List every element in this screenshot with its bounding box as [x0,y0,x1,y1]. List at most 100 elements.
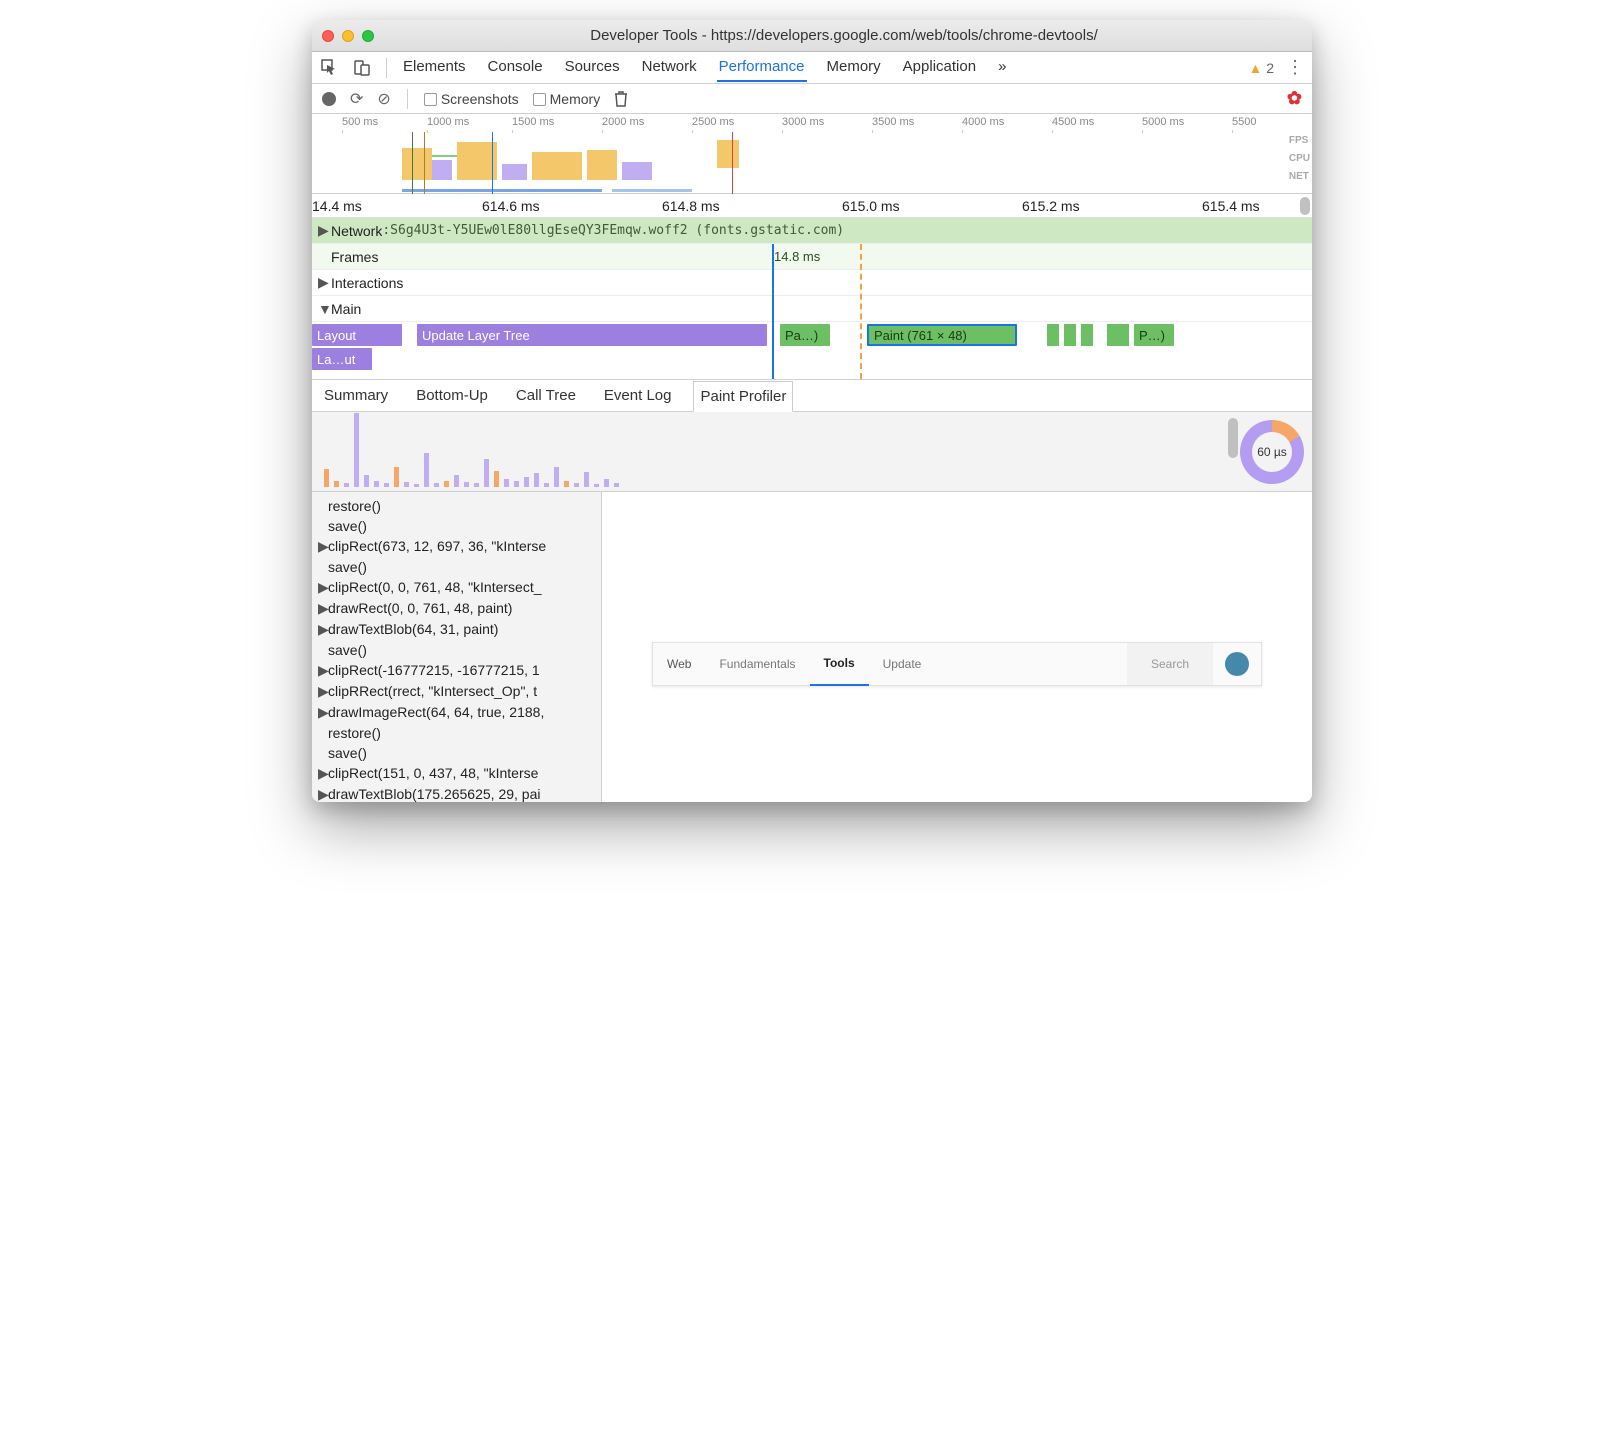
paint-command-row[interactable]: ▶drawImageRect(64, 64, true, 2188, [312,702,601,723]
paint-command-row[interactable]: restore() [312,723,601,743]
paint-profiler-chart[interactable]: 60 µs [312,412,1312,492]
paint-command-row[interactable]: ▶clipRRect(rrect, "kIntersect_Op", t [312,681,601,702]
tab-elements[interactable]: Elements [401,53,468,82]
flame-block[interactable] [1081,324,1093,346]
profiler-bar[interactable] [484,459,489,487]
paint-command-row[interactable]: ▶drawTextBlob(64, 31, paint) [312,619,601,640]
subtab-paint-profiler[interactable]: Paint Profiler [693,381,793,412]
tab-performance[interactable]: Performance [717,53,807,82]
settings-gear-icon[interactable]: ✿ [1287,88,1302,109]
profiler-bar[interactable] [594,484,599,487]
flame-layout[interactable]: Layout [312,324,402,346]
flame-paint[interactable]: Pa…) [780,324,830,346]
clear-button[interactable]: ⊘ [377,89,390,109]
tabs-overflow-icon[interactable]: » [996,53,1008,82]
warnings-badge[interactable]: ▲ 2 [1248,60,1274,76]
profiler-bar[interactable] [604,479,609,487]
profiler-bar[interactable] [414,484,419,487]
inspect-icon[interactable] [320,58,340,78]
subtab-event-log[interactable]: Event Log [598,381,678,410]
lane-frames[interactable]: Frames 14.8 ms [312,244,1312,270]
timeline-overview[interactable]: 500 ms 1000 ms 1500 ms 2000 ms 2500 ms 3… [312,114,1312,194]
frame-boundary-marker [772,244,774,379]
profiler-bar[interactable] [434,483,439,487]
flame-block[interactable] [1107,324,1129,346]
paint-command-row[interactable]: ▶clipRect(0, 0, 761, 48, "kIntersect_ [312,577,601,598]
flame-chart[interactable]: Layout La…ut Update Layer Tree Pa…) Pain… [312,322,1312,380]
disclosure-triangle-icon[interactable]: ▶ [318,222,328,239]
network-request[interactable]: :S6g4U3t-Y5UEw0lE80llgEseQY3FEmqw.woff2 … [382,223,1312,238]
paint-command-row[interactable]: ▶clipRect(673, 12, 697, 36, "kInterse [312,536,601,557]
disclosure-triangle-icon[interactable]: ▼ [318,301,328,317]
profiler-bar[interactable] [584,472,589,487]
profiler-bar[interactable] [444,481,449,487]
profiler-bar[interactable] [514,481,519,487]
profiler-bar[interactable] [574,483,579,487]
devtools-window: Developer Tools - https://developers.goo… [312,20,1312,802]
record-button[interactable] [322,92,336,106]
close-icon[interactable] [322,30,334,42]
paint-command-row[interactable]: save() [312,557,601,577]
reload-button[interactable]: ⟳ [350,89,363,109]
subtab-summary[interactable]: Summary [318,381,394,410]
profiler-bar[interactable] [374,481,379,487]
profiler-bar[interactable] [494,471,499,487]
profiler-bar[interactable] [334,481,339,487]
lane-main[interactable]: ▼ Main [312,296,1312,322]
profiler-bar[interactable] [454,475,459,487]
paint-command-row[interactable]: ▶drawRect(0, 0, 761, 48, paint) [312,598,601,619]
flame-layout-nested[interactable]: La…ut [312,348,372,370]
profiler-bar[interactable] [324,469,329,487]
paint-command-row[interactable]: save() [312,516,601,536]
paint-command-row[interactable]: ▶clipRect(151, 0, 437, 48, "kInterse [312,763,601,784]
trash-icon[interactable] [614,91,628,107]
subtab-call-tree[interactable]: Call Tree [510,381,582,410]
flame-paint-selected[interactable]: Paint (761 × 48) [867,324,1017,346]
subtab-bottom-up[interactable]: Bottom-Up [410,381,494,410]
detail-ruler[interactable]: 14.4 ms 614.6 ms 614.8 ms 615.0 ms 615.2… [312,194,1312,218]
paint-command-row[interactable]: save() [312,743,601,763]
profiler-bar[interactable] [524,477,529,487]
flame-update-layer-tree[interactable]: Update Layer Tree [417,324,767,346]
lane-network[interactable]: ▶ Network :S6g4U3t-Y5UEw0lE80llgEseQY3FE… [312,218,1312,244]
profiler-bar[interactable] [394,467,399,487]
profiler-bar[interactable] [384,483,389,487]
tab-sources[interactable]: Sources [563,53,622,82]
scrollbar-thumb[interactable] [1300,197,1310,215]
profiler-bar[interactable] [474,483,479,487]
screenshots-checkbox[interactable]: Screenshots [424,91,519,107]
zoom-icon[interactable] [362,30,374,42]
profiler-bar[interactable] [504,479,509,487]
tab-memory[interactable]: Memory [825,53,883,82]
paint-command-row[interactable]: save() [312,640,601,660]
paint-command-row[interactable]: ▶clipRect(-16777215, -16777215, 1 [312,660,601,681]
profiler-bar[interactable] [464,482,469,487]
tab-application[interactable]: Application [901,53,978,82]
paint-command-row[interactable]: restore() [312,496,601,516]
profiler-bar[interactable] [564,481,569,487]
profiler-bar[interactable] [354,413,359,487]
minimize-icon[interactable] [342,30,354,42]
flame-paint[interactable]: P…) [1134,324,1174,346]
profiler-bar[interactable] [614,483,619,487]
device-toggle-icon[interactable] [352,58,372,78]
paint-command-list[interactable]: restore()save()▶clipRect(673, 12, 697, 3… [312,492,602,802]
profiler-bar[interactable] [424,453,429,487]
profiler-bar[interactable] [554,467,559,487]
flame-block[interactable] [1047,324,1059,346]
scrollbar-thumb[interactable] [1228,418,1238,458]
profiler-bar[interactable] [404,482,409,487]
tab-network[interactable]: Network [640,53,699,82]
profiler-bar[interactable] [544,483,549,487]
tab-console[interactable]: Console [486,53,545,82]
profiler-bar[interactable] [344,483,349,487]
lane-interactions[interactable]: ▶ Interactions [312,270,1312,296]
profiler-bar[interactable] [364,475,369,487]
more-icon[interactable]: ⋮ [1286,57,1304,78]
paint-command-row[interactable]: ▶drawTextBlob(175.265625, 29, pai [312,784,601,802]
memory-checkbox[interactable]: Memory [533,91,601,107]
disclosure-triangle-icon[interactable]: ▶ [318,274,328,291]
profiler-bar[interactable] [534,473,539,487]
flame-block[interactable] [1064,324,1076,346]
ov-tick: 4500 ms [1052,116,1094,128]
